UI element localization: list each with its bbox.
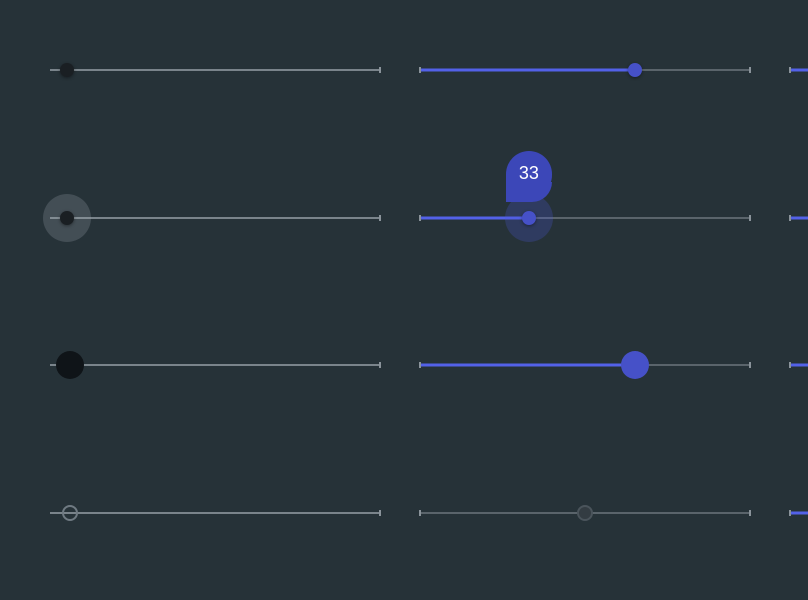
slider-track-fill	[790, 69, 808, 72]
track-tick-end	[749, 362, 751, 368]
slider-thumb[interactable]	[56, 351, 84, 379]
slider-thumb[interactable]	[522, 211, 536, 225]
slider-track	[50, 217, 380, 219]
slider-track-fill	[420, 364, 635, 367]
slider-thumb[interactable]	[62, 505, 78, 521]
track-tick-start	[789, 362, 791, 368]
slider-track	[50, 364, 380, 366]
track-tick-end	[749, 215, 751, 221]
track-tick-start	[789, 510, 791, 516]
slider-accent-partial[interactable]	[790, 208, 808, 228]
slider-neutral-outline[interactable]	[50, 503, 380, 523]
track-tick-end	[379, 510, 381, 516]
slider-track-fill	[790, 511, 808, 514]
slider-track	[50, 69, 380, 71]
slider-thumb[interactable]	[621, 351, 649, 379]
track-tick-start	[419, 362, 421, 368]
slider-accent-default[interactable]	[420, 60, 750, 80]
track-tick-end	[379, 215, 381, 221]
track-tick-end	[379, 362, 381, 368]
slider-thumb	[577, 505, 593, 521]
slider-track-fill	[420, 69, 635, 72]
track-tick-start	[789, 215, 791, 221]
track-tick-start	[419, 215, 421, 221]
slider-accent-partial[interactable]	[790, 60, 808, 80]
slider-track	[50, 512, 380, 514]
slider-thumb[interactable]	[60, 211, 74, 225]
track-tick-start	[419, 67, 421, 73]
slider-accent-tooltip[interactable]: 33	[420, 208, 750, 228]
slider-disabled-outline	[420, 503, 750, 523]
slider-thumb[interactable]	[628, 63, 642, 77]
slider-track-fill	[790, 364, 808, 367]
slider-value-tooltip: 33	[506, 151, 552, 198]
slider-neutral-large[interactable]	[50, 355, 380, 375]
slider-neutral-pressed[interactable]	[50, 208, 380, 228]
slider-thumb[interactable]	[60, 63, 74, 77]
track-tick-end	[379, 67, 381, 73]
track-tick-start	[419, 510, 421, 516]
track-tick-end	[749, 67, 751, 73]
slider-track-fill	[790, 216, 808, 219]
slider-accent-partial[interactable]	[790, 503, 808, 523]
slider-accent-partial[interactable]	[790, 355, 808, 375]
track-tick-start	[789, 67, 791, 73]
slider-accent-large[interactable]	[420, 355, 750, 375]
slider-neutral-default[interactable]	[50, 60, 380, 80]
track-tick-end	[749, 510, 751, 516]
